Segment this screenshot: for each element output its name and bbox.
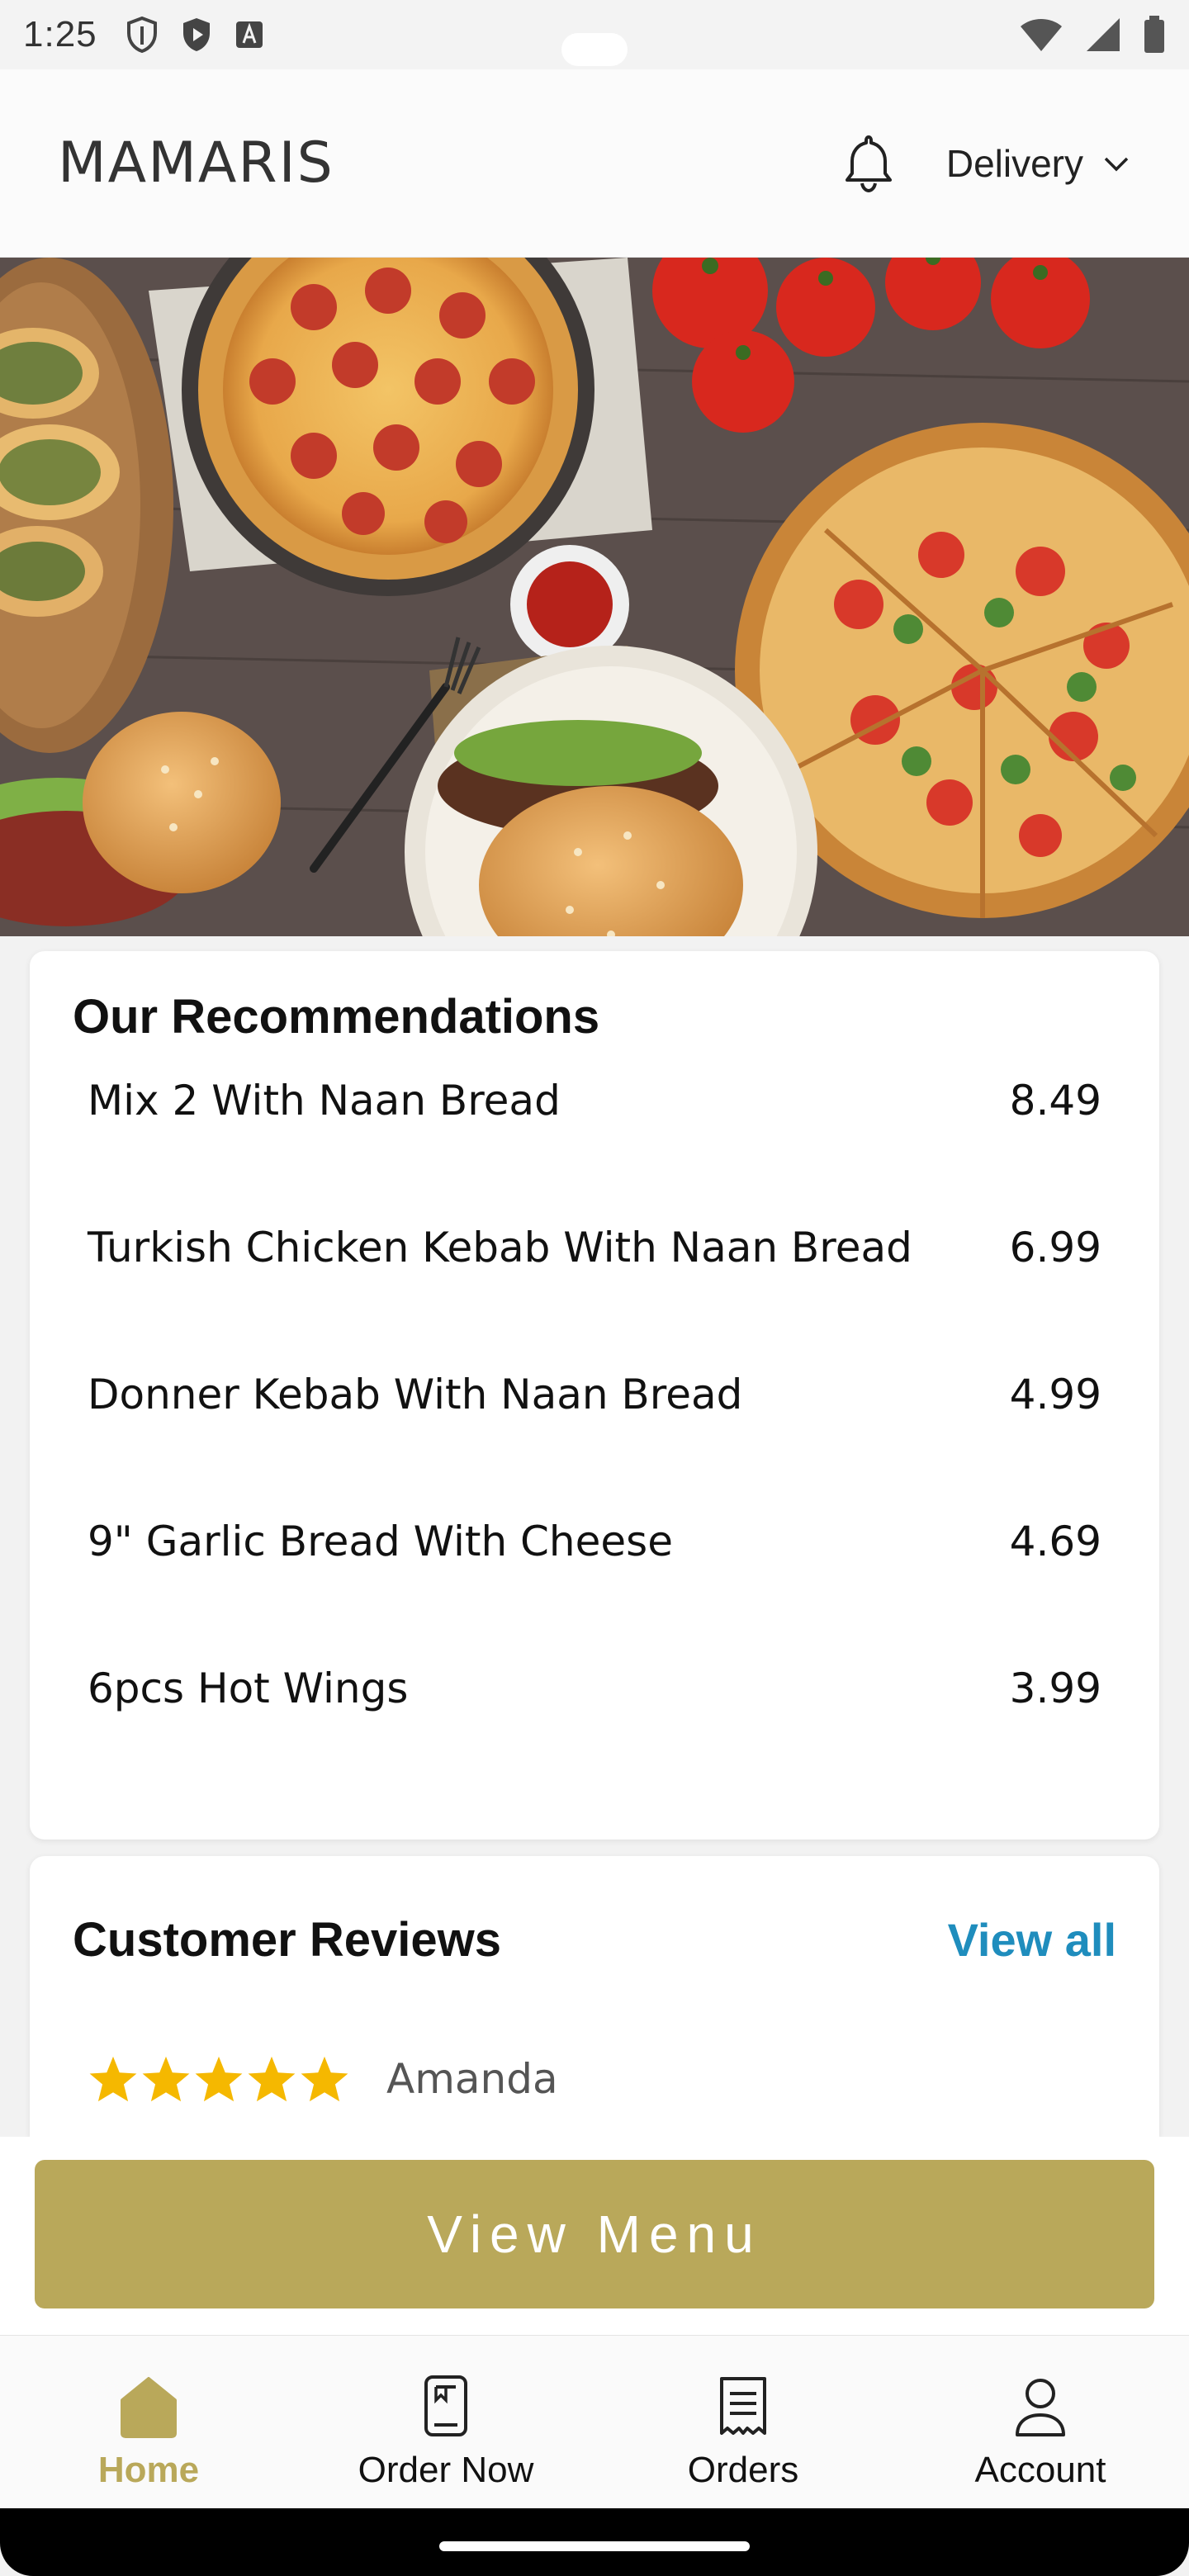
play-protect-icon (182, 18, 210, 51)
status-system-icons (1019, 16, 1166, 54)
nav-label: Home (97, 2450, 200, 2490)
nav-item-order-now[interactable]: Order Now (297, 2336, 594, 2508)
user-icon (1016, 2379, 1065, 2436)
recommendation-item[interactable]: 6pcs Hot Wings 3.99 (88, 1664, 1101, 1811)
nav-item-home[interactable]: Home (0, 2336, 297, 2508)
system-gesture-bar (0, 2508, 1189, 2576)
item-name: 9" Garlic Bread With Cheese (88, 1518, 673, 1565)
reviews-title: Customer Reviews (73, 1913, 501, 1967)
receipt-icon (720, 2377, 766, 2435)
bell-icon[interactable] (836, 130, 902, 197)
item-price: 4.69 (1009, 1518, 1101, 1565)
item-name: Mix 2 With Naan Bread (88, 1077, 561, 1125)
brand-logo-text: MAMARIS (58, 130, 334, 196)
signal-icon (1087, 18, 1120, 51)
shield-icon (126, 17, 157, 53)
star-icon (142, 2056, 190, 2102)
star-icon (195, 2056, 243, 2102)
chevron-down-icon (1104, 157, 1129, 171)
recommendations-title: Our Recommendations (73, 990, 600, 1044)
recommendation-item[interactable]: 9" Garlic Bread With Cheese 4.69 (88, 1518, 1101, 1664)
nav-label: Order Now (358, 2450, 534, 2490)
recommendation-item[interactable]: Donner Kebab With Naan Bread 4.99 (88, 1371, 1101, 1518)
item-price: 4.99 (1009, 1371, 1101, 1418)
wifi-icon (1021, 19, 1062, 51)
recommendations-card: Our Recommendations Mix 2 With Naan Brea… (30, 951, 1159, 1840)
status-time: 1:25 (23, 14, 97, 54)
recommendation-item[interactable]: Turkish Chicken Kebab With Naan Bread 6.… (88, 1224, 1101, 1371)
hero-food-image (0, 258, 1189, 936)
nav-label: Account (974, 2450, 1106, 2490)
delivery-mode-label: Delivery (945, 141, 1083, 185)
header-actions: Delivery (836, 130, 1131, 197)
font-icon (235, 21, 263, 48)
recommendation-item[interactable]: Mix 2 With Naan Bread 8.49 (88, 1077, 1101, 1224)
item-name: 6pcs Hot Wings (88, 1664, 409, 1712)
item-price: 3.99 (1009, 1664, 1101, 1712)
star-icon (89, 2056, 137, 2102)
delivery-mode-dropdown[interactable]: Delivery (946, 141, 1131, 186)
view-menu-button[interactable]: View Menu (35, 2160, 1154, 2308)
home-icon (121, 2377, 177, 2438)
home-gesture-handle[interactable] (439, 2541, 750, 2551)
bottom-navigation: Home Order Now Orders Account (0, 2335, 1189, 2508)
nav-label: Orders (687, 2450, 799, 2490)
item-price: 6.99 (1009, 1224, 1101, 1271)
camera-cutout (561, 33, 628, 66)
recommendations-list: Mix 2 With Naan Bread 8.49 Turkish Chick… (88, 1077, 1101, 1811)
reviews-header: Customer Reviews View all (73, 1912, 1116, 1968)
review-item: Amanda (88, 2054, 558, 2104)
battery-icon (1144, 16, 1164, 53)
star-rating (88, 2054, 350, 2104)
view-all-reviews-link[interactable]: View all (948, 1913, 1116, 1967)
reviewer-name: Amanda (386, 2055, 558, 2103)
nav-item-orders[interactable]: Orders (594, 2336, 892, 2508)
item-price: 8.49 (1009, 1077, 1101, 1125)
status-notification-icons (126, 17, 264, 53)
item-name: Donner Kebab With Naan Bread (88, 1371, 743, 1418)
star-icon (301, 2056, 348, 2102)
item-name: Turkish Chicken Kebab With Naan Bread (88, 1224, 912, 1271)
view-menu-bar: View Menu (0, 2137, 1189, 2335)
star-icon (248, 2056, 296, 2102)
order-icon (424, 2375, 467, 2436)
customer-reviews-card: Customer Reviews View all Amanda (30, 1856, 1159, 2137)
nav-item-account[interactable]: Account (892, 2336, 1189, 2508)
app-header: MAMARIS Delivery (0, 69, 1189, 258)
